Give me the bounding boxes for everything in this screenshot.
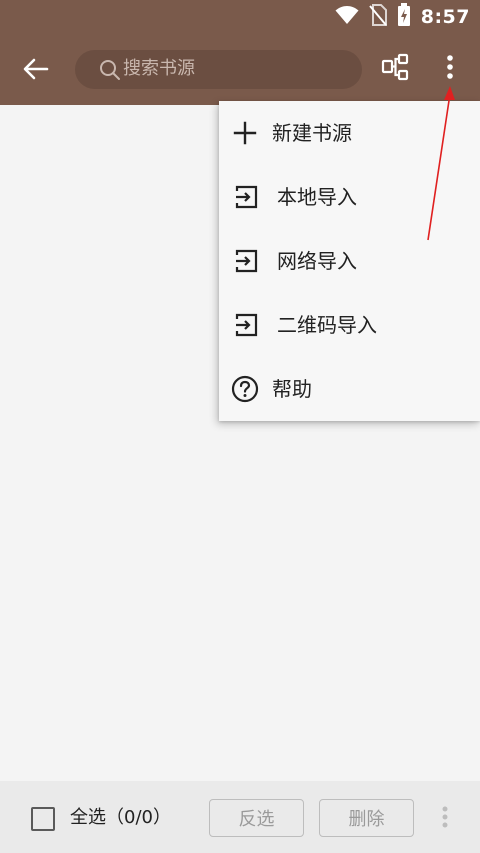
menu-item-label: 网络导入 xyxy=(277,249,357,273)
status-icons: 8:57 xyxy=(335,3,470,31)
import-icon xyxy=(233,247,261,275)
select-all-checkbox[interactable] xyxy=(31,807,55,831)
import-icon xyxy=(233,311,261,339)
menu-item-label: 本地导入 xyxy=(277,185,357,209)
battery-charging-icon xyxy=(397,3,411,31)
add-icon xyxy=(231,119,259,147)
source-group-button[interactable] xyxy=(378,52,412,86)
menu-item-local-import[interactable]: 本地导入 xyxy=(219,165,480,229)
more-vertical-icon xyxy=(446,54,454,84)
menu-item-new-source[interactable]: 新建书源 xyxy=(219,101,480,165)
toolbar: 搜索书源 xyxy=(0,34,480,105)
help-circle-icon xyxy=(231,375,259,403)
menu-item-label: 帮助 xyxy=(272,377,312,401)
menu-item-label: 二维码导入 xyxy=(277,313,377,337)
arrow-back-icon xyxy=(23,58,49,84)
source-group-icon xyxy=(381,53,409,85)
search-icon xyxy=(99,59,121,81)
search-input[interactable]: 搜索书源 xyxy=(75,50,362,89)
back-button[interactable] xyxy=(16,51,56,91)
screen: 8:57 搜索书源 新建书源 本地导入 网络导入 二维码导入 帮助 全选（0/0… xyxy=(0,0,480,853)
search-placeholder: 搜索书源 xyxy=(123,58,195,79)
delete-button[interactable]: 删除 xyxy=(319,799,414,837)
invert-selection-button[interactable]: 反选 xyxy=(209,799,304,837)
menu-item-network-import[interactable]: 网络导入 xyxy=(219,229,480,293)
menu-item-help[interactable]: 帮助 xyxy=(219,357,480,421)
app-bar: 8:57 搜索书源 xyxy=(0,0,480,105)
bottom-action-bar: 全选（0/0） 反选 删除 xyxy=(0,781,480,853)
select-all-label[interactable]: 全选（0/0） xyxy=(70,805,171,831)
no-sim-icon xyxy=(368,4,387,30)
menu-item-label: 新建书源 xyxy=(272,121,352,145)
menu-item-qrcode-import[interactable]: 二维码导入 xyxy=(219,293,480,357)
status-time: 8:57 xyxy=(420,6,470,28)
status-bar: 8:57 xyxy=(0,0,480,34)
overflow-menu: 新建书源 本地导入 网络导入 二维码导入 帮助 xyxy=(219,101,480,421)
bottom-more-button[interactable] xyxy=(433,805,457,833)
import-icon xyxy=(233,183,261,211)
wifi-icon xyxy=(335,5,359,29)
more-options-button[interactable] xyxy=(436,52,464,86)
more-vertical-icon xyxy=(441,805,449,833)
